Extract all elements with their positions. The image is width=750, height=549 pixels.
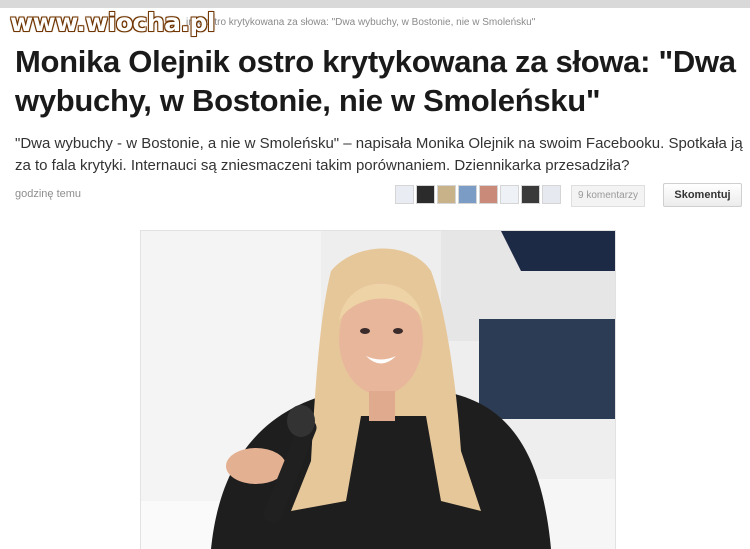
article-lead: "Dwa wybuchy - w Bostonie, a nie w Smole…: [15, 135, 743, 174]
comment-button[interactable]: Skomentuj: [663, 183, 742, 207]
article-photo-image: [141, 231, 615, 549]
commenter-avatar[interactable]: [416, 185, 435, 204]
breadcrumb: jnik ostro krytykowana za słowa: "Dwa wy…: [186, 17, 535, 28]
comments-count[interactable]: 9 komentarzy: [571, 185, 646, 207]
top-bar: [0, 0, 750, 8]
commenter-avatar[interactable]: [479, 185, 498, 204]
commenter-avatar[interactable]: [542, 185, 561, 204]
article-headline: Monika Olejnik ostro krytykowana za słow…: [15, 44, 736, 118]
commenter-avatar[interactable]: [437, 185, 456, 204]
article-meta: godzinę temu 9 komentarzy Skomentuj: [15, 183, 742, 207]
commenter-avatar[interactable]: [395, 185, 414, 204]
commenter-avatar[interactable]: [500, 185, 519, 204]
article-timestamp: godzinę temu: [15, 188, 82, 200]
commenter-avatar[interactable]: [521, 185, 540, 204]
site-watermark: www.wiocha.pl: [10, 8, 215, 37]
article-photo: [141, 231, 615, 549]
breadcrumb-current: jnik ostro krytykowana za słowa: "Dwa wy…: [186, 17, 536, 28]
commenter-avatars: [395, 185, 561, 205]
commenter-avatar[interactable]: [458, 185, 477, 204]
